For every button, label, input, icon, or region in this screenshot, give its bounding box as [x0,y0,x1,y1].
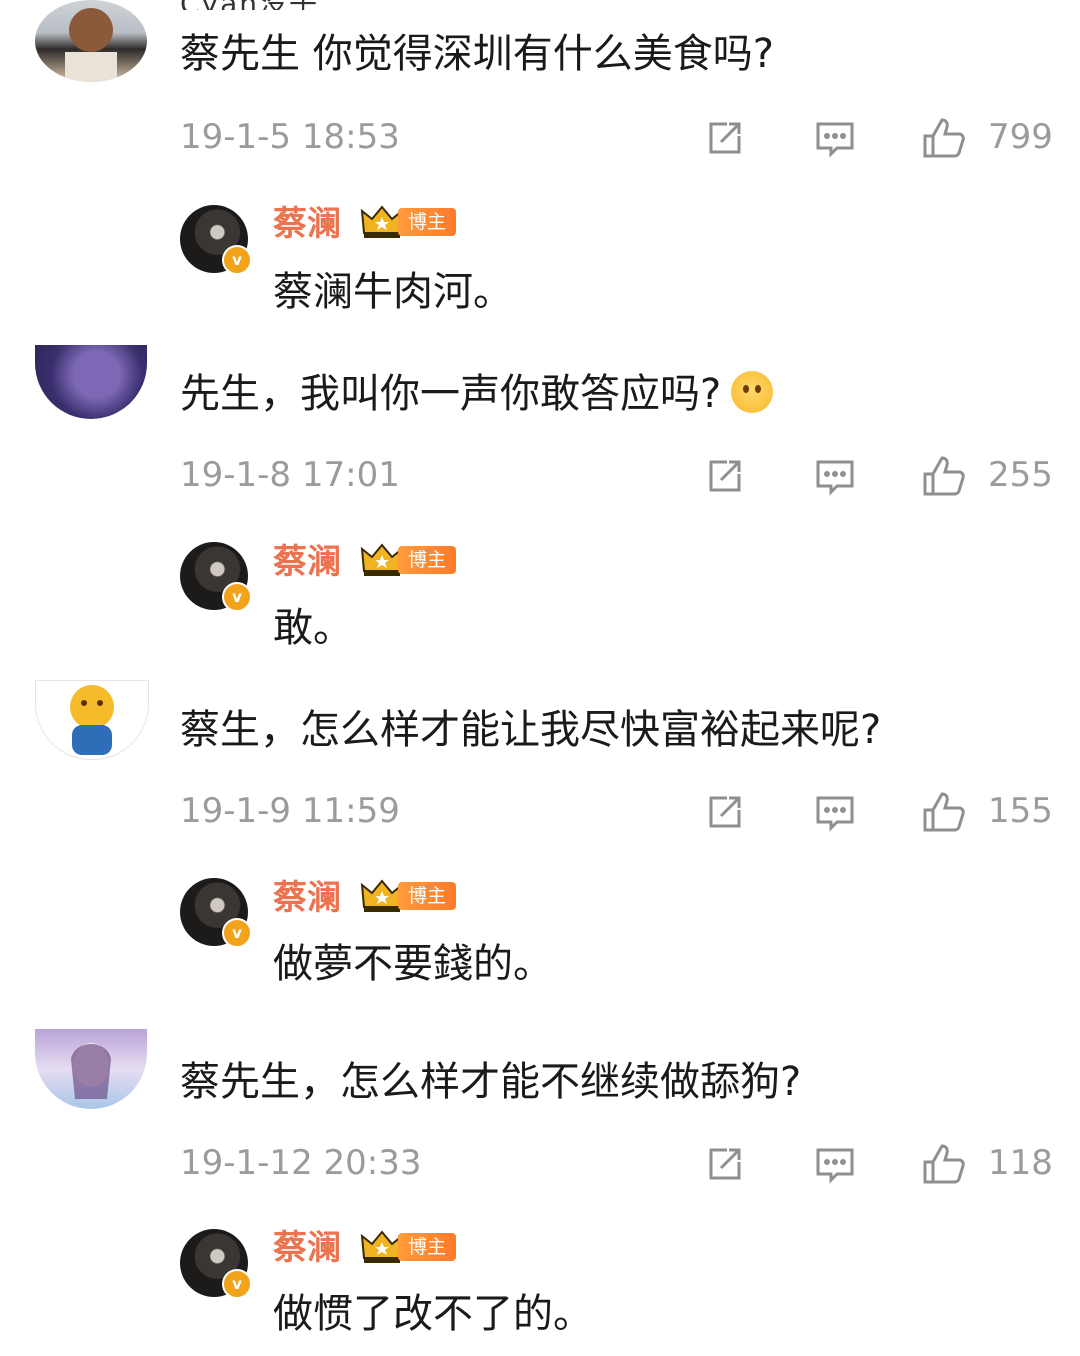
comment-timestamp: 19-1-5 18:53 [180,117,400,157]
like-icon[interactable] [922,456,966,496]
comment-icon[interactable] [815,118,855,158]
comment-icon[interactable] [815,792,855,832]
blogger-badge: 博主 [398,208,457,236]
reply-text: 做夢不要錢的。 [273,941,553,987]
comment-text: 先生，我叫你一声你敢答应吗? [180,370,774,418]
comment-text: 蔡生，怎么样才能让我尽快富裕起来呢? [180,707,882,753]
avatar[interactable] [35,1029,147,1109]
like-icon[interactable] [922,1144,966,1184]
comment-timestamp: 19-1-8 17:01 [180,455,400,495]
comment-text: 蔡先生，怎么样才能不继续做舔狗? [180,1059,802,1105]
comment-icon[interactable] [815,456,855,496]
share-icon[interactable] [705,118,745,158]
reply-text: 做惯了改不了的。 [273,1291,593,1337]
avatar[interactable] [35,345,147,419]
reply-author-name[interactable]: 蔡澜 [273,1226,341,1270]
avatar[interactable] [35,680,149,760]
reply-author-name[interactable]: 蔡澜 [273,876,341,920]
verified-badge: v [222,245,252,275]
comment-meta: 19-1-9 11:59 155 [0,786,1080,836]
share-icon[interactable] [705,456,745,496]
smiling-blush-emoji [731,371,774,413]
comment-timestamp: 19-1-12 20:33 [180,1143,422,1183]
verified-badge: v [222,918,252,948]
reply-author-name[interactable]: 蔡澜 [273,540,341,584]
like-count: 799 [988,117,1053,157]
share-icon[interactable] [705,1144,745,1184]
like-count: 155 [988,791,1053,831]
avatar[interactable] [35,0,147,82]
comment-text: 蔡先生 你觉得深圳有什么美食吗? [180,31,774,77]
blogger-badge: 博主 [398,882,457,910]
comment-meta: 19-1-8 17:01 255 [0,450,1080,500]
reply-text: 蔡澜牛肉河。 [273,269,513,315]
comment-icon[interactable] [815,1144,855,1184]
like-icon[interactable] [922,118,966,158]
comment-meta: 19-1-5 18:53 799 [0,112,1080,162]
reply-text: 敢。 [273,605,353,651]
verified-badge: v [222,582,252,612]
blogger-badge: 博主 [398,1233,457,1261]
like-count: 255 [988,455,1053,495]
comment-meta: 19-1-12 20:33 118 [0,1138,1080,1188]
like-icon[interactable] [922,792,966,832]
reply-author-name[interactable]: 蔡澜 [273,202,341,246]
blogger-badge: 博主 [398,546,457,574]
commenter-name[interactable]: Cyan没子 [180,0,319,10]
share-icon[interactable] [705,792,745,832]
verified-badge: v [222,1269,252,1299]
comment-timestamp: 19-1-9 11:59 [180,791,400,831]
like-count: 118 [988,1143,1053,1183]
